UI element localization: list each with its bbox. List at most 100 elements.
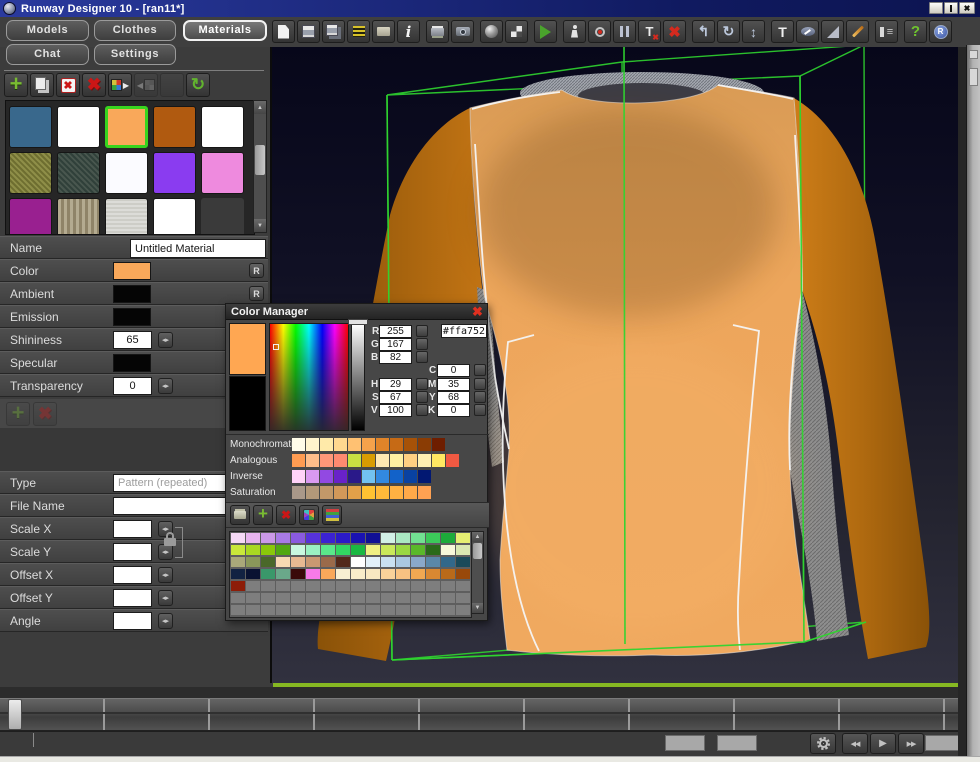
palette-scroll-down-icon[interactable]: ▼: [472, 603, 483, 613]
open-button[interactable]: [372, 20, 395, 43]
apply-material-button[interactable]: [108, 73, 132, 97]
scale-x-input[interactable]: [113, 520, 152, 538]
ambient-reset-button[interactable]: R: [249, 286, 264, 301]
color-manager-titlebar[interactable]: Color Manager ✖: [226, 304, 487, 320]
strip-button-bottom[interactable]: [969, 68, 978, 86]
palette-color[interactable]: [426, 593, 440, 603]
scheme-color[interactable]: [292, 470, 305, 483]
target-button[interactable]: [588, 20, 611, 43]
palette-color[interactable]: [231, 557, 245, 567]
material-swatch[interactable]: [105, 106, 148, 148]
palette-color[interactable]: [321, 569, 335, 579]
color-swatch[interactable]: [113, 262, 151, 280]
delete-all-materials-button[interactable]: [82, 73, 106, 97]
model-properties-button[interactable]: [875, 20, 898, 43]
palette-color[interactable]: [456, 581, 470, 591]
palette-color[interactable]: [246, 593, 260, 603]
palette-color[interactable]: [231, 581, 245, 591]
color-spectrum[interactable]: [269, 323, 349, 431]
palette-color[interactable]: [426, 605, 440, 615]
tab-models[interactable]: Models: [6, 20, 89, 41]
scheme-color[interactable]: [306, 438, 319, 451]
scheme-color[interactable]: [376, 438, 389, 451]
print-button[interactable]: [426, 20, 449, 43]
side-panel-strip[interactable]: [966, 45, 980, 756]
restore-button[interactable]: [944, 2, 958, 14]
palette-color[interactable]: [306, 533, 320, 543]
palette-color[interactable]: [351, 581, 365, 591]
palette-color[interactable]: [381, 581, 395, 591]
ambient-swatch[interactable]: [113, 285, 151, 303]
y-slider-button[interactable]: [474, 391, 486, 403]
palette-color[interactable]: [291, 593, 305, 603]
scheme-color[interactable]: [320, 454, 333, 467]
offset-y-stepper[interactable]: ◂▸: [158, 590, 173, 606]
scheme-color[interactable]: [306, 470, 319, 483]
palette-color[interactable]: [321, 557, 335, 567]
palette-color[interactable]: [396, 581, 410, 591]
palette-color[interactable]: [231, 545, 245, 555]
rotate-button[interactable]: [717, 20, 740, 43]
scheme-color[interactable]: [348, 470, 361, 483]
spectrum-selector[interactable]: [273, 344, 279, 350]
palette-color[interactable]: [246, 605, 260, 615]
scheme-color[interactable]: [306, 486, 319, 499]
add-color-button[interactable]: [253, 505, 273, 525]
k-input[interactable]: 0: [437, 404, 470, 417]
palette-color[interactable]: [306, 593, 320, 603]
palette-color[interactable]: [441, 569, 455, 579]
scheme-color[interactable]: [376, 470, 389, 483]
offset-y-input[interactable]: [113, 589, 152, 607]
scheme-color[interactable]: [390, 486, 403, 499]
palette-scroll-up-icon[interactable]: ▲: [472, 532, 483, 542]
scheme-color[interactable]: [390, 470, 403, 483]
material-swatch[interactable]: [105, 152, 148, 194]
palette-color[interactable]: [306, 581, 320, 591]
material-swatch[interactable]: [9, 198, 52, 235]
timeline-handle[interactable]: [8, 699, 22, 730]
palette-color[interactable]: [276, 557, 290, 567]
scheme-color[interactable]: [432, 438, 445, 451]
palette-color[interactable]: [366, 557, 380, 567]
scheme-color[interactable]: [404, 486, 417, 499]
palette-color[interactable]: [351, 533, 365, 543]
tab-materials[interactable]: Materials: [183, 20, 267, 41]
fast-forward-button[interactable]: ▶▶: [898, 733, 924, 754]
palette-color[interactable]: [246, 581, 260, 591]
palette-color[interactable]: [426, 581, 440, 591]
play-button[interactable]: ▶: [870, 733, 896, 754]
scheme-color[interactable]: [390, 438, 403, 451]
palette-color[interactable]: [291, 581, 305, 591]
material-swatch[interactable]: [201, 106, 244, 148]
palette-color[interactable]: [291, 545, 305, 555]
scheme-color[interactable]: [418, 438, 431, 451]
palette-color[interactable]: [351, 593, 365, 603]
palette-color[interactable]: [276, 581, 290, 591]
material-swatch[interactable]: [201, 152, 244, 194]
s-input[interactable]: 67: [379, 391, 412, 404]
angle-stepper[interactable]: ◂▸: [158, 613, 173, 629]
palette-color[interactable]: [336, 533, 350, 543]
palette-color[interactable]: [261, 569, 275, 579]
scheme-color[interactable]: [334, 454, 347, 467]
palette-color[interactable]: [381, 533, 395, 543]
delete-color-button[interactable]: [276, 505, 296, 525]
scheme-color[interactable]: [362, 438, 375, 451]
palette-color[interactable]: [396, 593, 410, 603]
palette-color[interactable]: [231, 593, 245, 603]
save-button[interactable]: [297, 20, 320, 43]
palette-color[interactable]: [351, 605, 365, 615]
palette-color[interactable]: [306, 569, 320, 579]
s-slider-button[interactable]: [416, 391, 428, 403]
palette-color[interactable]: [456, 593, 470, 603]
h-slider-button[interactable]: [416, 378, 428, 390]
measure-button[interactable]: [821, 20, 844, 43]
palette-color[interactable]: [246, 557, 260, 567]
b-slider-button[interactable]: [416, 351, 428, 363]
scheme-color[interactable]: [348, 438, 361, 451]
palette-color[interactable]: [276, 533, 290, 543]
info-button[interactable]: [397, 20, 420, 43]
offset-x-input[interactable]: [113, 566, 152, 584]
v-slider-button[interactable]: [416, 404, 428, 416]
palette-color[interactable]: [321, 545, 335, 555]
